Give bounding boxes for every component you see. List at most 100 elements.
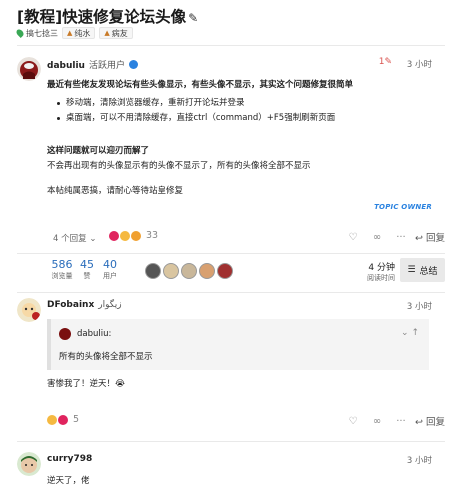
topic-summary: 586 浏览量 45 赞 40 用户 4 分钟 阅读时间 ☰ 总结 xyxy=(47,258,445,290)
avatar[interactable] xyxy=(163,263,179,279)
display-name: زیگوار xyxy=(98,300,122,310)
participant-avatars xyxy=(145,263,235,279)
quote-controls[interactable]: ⌄ ↑ xyxy=(401,328,419,338)
post-username[interactable]: curry798 xyxy=(47,454,92,464)
post-actions: 5 ♡ ∞ ··· ↩ 回复 xyxy=(47,414,445,430)
post-action-icons: ♡ ∞ ··· ↩ 回复 xyxy=(341,414,446,429)
reaction-count: 5 xyxy=(73,414,80,425)
tag-2-label: 病友 xyxy=(111,28,128,38)
quote-block: dabuliu: ⌄ ↑ 所有的头像将全部不显示 xyxy=(47,319,429,370)
post-body: 逆天了，佬 xyxy=(47,476,90,486)
divider xyxy=(17,441,445,442)
avatar-image xyxy=(17,298,41,322)
laugh-reaction-icon xyxy=(120,230,130,241)
username-text: DFobainx xyxy=(47,300,95,310)
post-username[interactable]: dabuliu 活跃用户 xyxy=(47,58,138,71)
arrow-up-icon[interactable]: ↑ xyxy=(411,328,419,338)
replies-toggle[interactable]: 4 个回复 ⌄ xyxy=(53,232,96,244)
post-time[interactable]: 3 小时 xyxy=(407,300,432,312)
quote-header: dabuliu: xyxy=(59,328,111,340)
topic-owner-badge: TOPIC OWNER xyxy=(374,203,432,211)
chevron-down-icon[interactable]: ⌄ xyxy=(401,328,409,338)
heart-icon[interactable]: ♡ xyxy=(341,416,365,427)
topic-title[interactable]: [教程]快速修复论坛头像 ✎ xyxy=(17,5,198,27)
divider xyxy=(17,292,445,293)
post-paragraph: 本帖纯属恶搞，请耐心等待站皇修复 xyxy=(47,186,184,196)
read-time-value: 4 分钟 xyxy=(368,263,395,273)
views-count: 586 xyxy=(51,258,73,271)
more-icon[interactable]: ··· xyxy=(389,232,413,243)
avatar[interactable] xyxy=(217,263,233,279)
post-action-icons: ♡ ∞ ··· ↩ 回复 xyxy=(341,230,446,245)
avatar-image xyxy=(17,57,41,81)
more-icon[interactable]: ··· xyxy=(389,416,413,427)
users-stat: 40 用户 xyxy=(100,258,120,281)
avatar[interactable] xyxy=(181,263,197,279)
reply-label: 回复 xyxy=(425,233,445,244)
reply-icon: ↩ xyxy=(414,417,423,428)
post-bullet-list: 移动端，清除浏览器缓存，重新打开论坛并登录 桌面端，可以不用清除缓存，直接ctr… xyxy=(47,96,353,126)
post-body: 最近有些佬友发现论坛有些头像显示，有些头像不显示，其实这个问题修复很简单 移动端… xyxy=(47,78,353,199)
username-text: curry798 xyxy=(47,454,93,464)
chevron-down-icon: ⌄ xyxy=(89,234,97,244)
tag-2[interactable]: ▲ 病友 xyxy=(99,27,133,39)
replies-label: 4 个回复 xyxy=(53,234,87,244)
surprise-reaction-icon xyxy=(131,230,141,241)
likes-label: 赞 xyxy=(83,272,91,280)
likes-stat: 45 赞 xyxy=(79,258,95,281)
pencil-icon[interactable]: ✎ xyxy=(188,11,198,25)
post-heading: 最近有些佬友发现论坛有些头像显示，有些头像不显示，其实这个问题修复很简单 xyxy=(47,80,354,90)
likes-count: 45 xyxy=(80,258,94,271)
avatar xyxy=(59,328,71,340)
views-stat: 586 浏览量 xyxy=(47,258,77,281)
user-title: 活跃用户 xyxy=(88,61,125,71)
topic-title-text: [教程]快速修复论坛头像 xyxy=(17,8,187,26)
topic-tags: 搞七捻三 ▲ 纯水 ▲ 病友 xyxy=(15,27,133,39)
avatar[interactable] xyxy=(17,57,41,81)
category-icon xyxy=(15,28,25,38)
heart-reaction-icon xyxy=(58,414,68,425)
avatar[interactable] xyxy=(17,298,41,322)
read-time: 4 分钟 阅读时间 xyxy=(367,260,395,283)
reply-icon: ↩ xyxy=(414,233,423,244)
link-icon[interactable]: ∞ xyxy=(365,416,389,427)
post-body: 害惨我了！逆天！😭 xyxy=(47,379,125,389)
divider xyxy=(17,45,445,46)
reactions[interactable]: 5 xyxy=(47,414,79,425)
avatar[interactable] xyxy=(199,263,215,279)
summary-button[interactable]: ☰ 总结 xyxy=(400,258,445,282)
quote-text: 所有的头像将全部不显示 xyxy=(59,352,153,362)
read-time-label: 阅读时间 xyxy=(367,274,395,282)
post-subheading: 这样问题就可以迎刃而解了 xyxy=(47,146,150,156)
summary-icon: ☰ xyxy=(407,265,416,275)
heart-reaction-icon xyxy=(109,230,119,241)
avatar[interactable] xyxy=(145,263,161,279)
reply-button[interactable]: ↩ 回复 xyxy=(415,414,445,428)
tag-icon: ▲ xyxy=(67,29,73,37)
tag-1-label: 纯水 xyxy=(74,28,91,38)
post-time[interactable]: 3 小时 xyxy=(407,454,432,466)
avatar-image xyxy=(17,452,41,476)
reply-button[interactable]: ↩ 回复 xyxy=(415,230,445,244)
heart-icon[interactable]: ♡ xyxy=(341,232,365,243)
username-text: dabuliu xyxy=(47,61,85,71)
link-icon[interactable]: ∞ xyxy=(365,232,389,243)
edit-history-icon[interactable]: 1✎ xyxy=(379,57,392,67)
post-actions: 4 个回复 ⌄ 33 ♡ ∞ ··· ↩ 回复 xyxy=(47,230,445,246)
avatar[interactable] xyxy=(17,452,41,476)
list-item: 移动端，清除浏览器缓存，重新打开论坛并登录 xyxy=(47,96,353,111)
user-flair-icon xyxy=(128,60,138,69)
reactions[interactable]: 33 xyxy=(109,230,158,241)
post-username[interactable]: DFobainx زیگوار xyxy=(47,300,122,310)
post-time[interactable]: 3 小时 xyxy=(407,58,432,70)
tag-icon: ▲ xyxy=(104,29,110,37)
reply-label: 回复 xyxy=(425,417,445,428)
users-label: 用户 xyxy=(103,272,117,280)
views-label: 浏览量 xyxy=(51,272,73,280)
post-paragraph: 不会再出现有的头像显示有的头像不显示了，所有的头像将全部不显示 xyxy=(47,161,311,171)
tag-1[interactable]: ▲ 纯水 xyxy=(62,27,96,39)
quote-username: dabuliu: xyxy=(77,329,112,339)
summary-button-label: 总结 xyxy=(419,266,438,277)
users-count: 40 xyxy=(103,258,117,271)
category-badge[interactable]: 搞七捻三 xyxy=(26,28,58,39)
